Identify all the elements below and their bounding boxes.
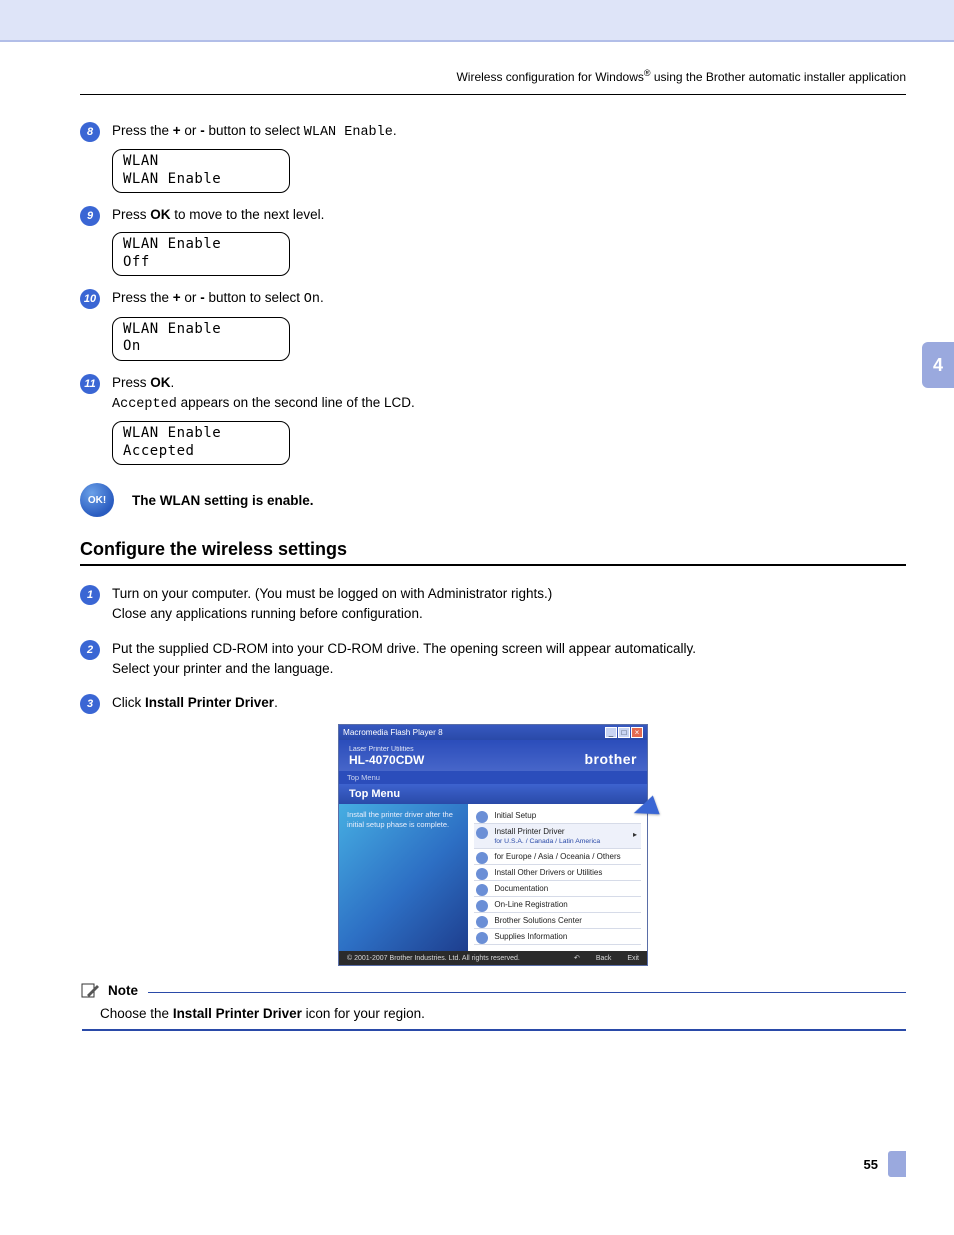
utilities-icon [476,868,488,880]
note-label: Note [108,983,138,998]
page-number: 55 [864,1157,878,1172]
installer-brand: brother [585,751,638,767]
lcd-display: WLAN Enable Accepted [112,421,290,465]
running-header: Wireless configuration for Windows® usin… [80,62,906,95]
chevron-right-icon: ▸ [633,830,637,839]
note-header-row: Note [80,980,906,1000]
step-8: 8 Press the + or - button to select WLAN… [80,121,906,143]
step-number: 11 [80,374,100,394]
installer-menu-item[interactable]: Install Other Drivers or Utilities [474,865,641,881]
step-number: 8 [80,122,100,142]
step-9: 9 Press OK to move to the next level. [80,205,906,226]
step-number: 3 [80,694,100,714]
installer-menu-item[interactable]: On-Line Registration [474,897,641,913]
config-step-3: 3 Click Install Printer Driver. [80,693,906,714]
installer-window: Macromedia Flash Player 8 _ □ × Laser Pr… [338,724,648,966]
supplies-icon [476,932,488,944]
ok-callout: OK! The WLAN setting is enable. [80,483,906,517]
chapter-tab: 4 [922,342,954,388]
driver-icon [476,827,488,839]
header-left: Wireless configuration for Windows [456,70,643,84]
installer-menu-list: Initial Setup Install Printer Driverfor … [468,804,647,951]
step-number: 2 [80,640,100,660]
installer-menu-item-selected[interactable]: Install Printer Driverfor U.S.A. / Canad… [474,824,641,849]
installer-titlebar: Macromedia Flash Player 8 _ □ × [339,725,647,740]
config-step-2: 2 Put the supplied CD-ROM into your CD-R… [80,639,906,680]
register-icon [476,900,488,912]
installer-menu-item[interactable]: Supplies Information [474,929,641,945]
page-corner-swatch [888,1151,906,1177]
ok-badge-icon: OK! [80,483,114,517]
ok-message: The WLAN setting is enable. [132,493,314,508]
step-number: 1 [80,585,100,605]
lcd-display: WLAN WLAN Enable [112,149,290,193]
installer-menu-item[interactable]: Brother Solutions Center [474,913,641,929]
page-footer: 55 [80,1151,906,1177]
note-body: Choose the Install Printer Driver icon f… [100,1006,906,1021]
reg-mark: ® [644,68,651,78]
installer-menu-item[interactable]: Documentation [474,881,641,897]
step-text: Put the supplied CD-ROM into your CD-ROM… [112,639,906,680]
installer-header-sub: Laser Printer Utilities [349,746,424,753]
installer-app-title: Macromedia Flash Player 8 [343,728,443,737]
page-top-band [0,0,954,42]
step-10: 10 Press the + or - button to select On. [80,288,906,310]
installer-header: Laser Printer Utilities HL-4070CDW broth… [339,740,647,771]
installer-header-model: HL-4070CDW [349,753,424,767]
note-pencil-icon [80,980,102,1000]
lcd-display: WLAN Enable On [112,317,290,361]
exit-button[interactable]: Exit [627,955,639,962]
maximize-icon[interactable]: □ [618,727,630,738]
step-number: 9 [80,206,100,226]
setup-icon [476,811,488,823]
back-arrow-icon[interactable]: ↶ [574,955,580,962]
step-text: Press the + or - button to select WLAN E… [112,121,906,143]
installer-sidebar-text: Install the printer driver after the ini… [339,804,468,951]
config-step-1: 1 Turn on your computer. (You must be lo… [80,584,906,625]
installer-topmenu-title: Top Menu [339,784,647,804]
section-heading: Configure the wireless settings [80,539,906,566]
note-rule [148,992,906,993]
step-text: Press OK. Accepted appears on the second… [112,373,906,416]
minimize-icon[interactable]: _ [605,727,617,738]
installer-menu-item[interactable]: for Europe / Asia / Oceania / Others [474,849,641,865]
installer-footer: © 2001-2007 Brother Industries. Ltd. All… [339,951,647,965]
step-number: 10 [80,289,100,309]
solutions-icon [476,916,488,928]
installer-copyright: © 2001-2007 Brother Industries. Ltd. All… [347,955,520,962]
step-text: Press OK to move to the next level. [112,205,906,225]
back-button[interactable]: Back [596,955,612,962]
step-text: Press the + or - button to select On. [112,288,906,310]
step-11: 11 Press OK. Accepted appears on the sec… [80,373,906,416]
driver-icon [476,852,488,864]
step-text: Click Install Printer Driver. [112,693,906,713]
page-content: Wireless configuration for Windows® usin… [0,42,954,1217]
close-icon[interactable]: × [631,727,643,738]
installer-menu-item[interactable]: Initial Setup [474,808,641,824]
installer-breadcrumb: Top Menu [339,771,647,784]
doc-icon [476,884,488,896]
header-right: using the Brother automatic installer ap… [651,70,906,84]
note-bottom-rule [82,1029,906,1031]
step-text: Turn on your computer. (You must be logg… [112,584,906,625]
lcd-display: WLAN Enable Off [112,232,290,276]
